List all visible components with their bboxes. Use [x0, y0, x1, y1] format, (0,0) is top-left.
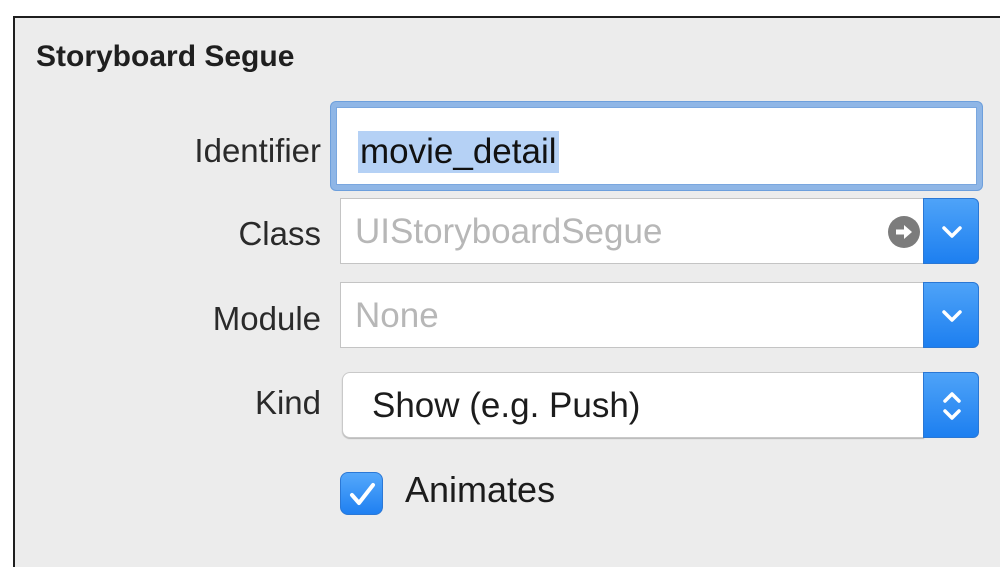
animates-label[interactable]: Animates [405, 468, 555, 512]
module-field[interactable]: None [340, 282, 924, 348]
identifier-field[interactable]: movie_detail [331, 102, 982, 190]
identifier-value: movie_detail [358, 131, 559, 173]
kind-label: Kind [254, 384, 321, 421]
attributes-inspector-panel: Storyboard Segue Identifier movie_detail… [13, 16, 1000, 567]
chevron-down-icon [942, 226, 962, 238]
chevron-up-down-icon [943, 392, 961, 420]
module-dropdown-button[interactable] [923, 282, 979, 348]
arrow-right-circle-icon[interactable] [888, 216, 920, 248]
module-placeholder: None [355, 296, 439, 335]
identifier-field-inner: movie_detail [336, 107, 977, 185]
kind-value: Show (e.g. Push) [372, 386, 641, 425]
kind-stepper-button[interactable] [923, 372, 979, 438]
class-field[interactable]: UIStoryboardSegue [340, 198, 924, 264]
animates-checkbox[interactable] [340, 472, 383, 515]
module-label: Module [212, 300, 321, 337]
section-title: Storyboard Segue [36, 40, 295, 73]
checkmark-icon [350, 483, 375, 505]
class-label: Class [238, 215, 321, 252]
kind-select[interactable]: Show (e.g. Push) [342, 372, 924, 438]
chevron-down-icon [942, 310, 962, 322]
class-placeholder: UIStoryboardSegue [355, 212, 663, 251]
class-dropdown-button[interactable] [923, 198, 979, 264]
identifier-label: Identifier [194, 132, 321, 169]
